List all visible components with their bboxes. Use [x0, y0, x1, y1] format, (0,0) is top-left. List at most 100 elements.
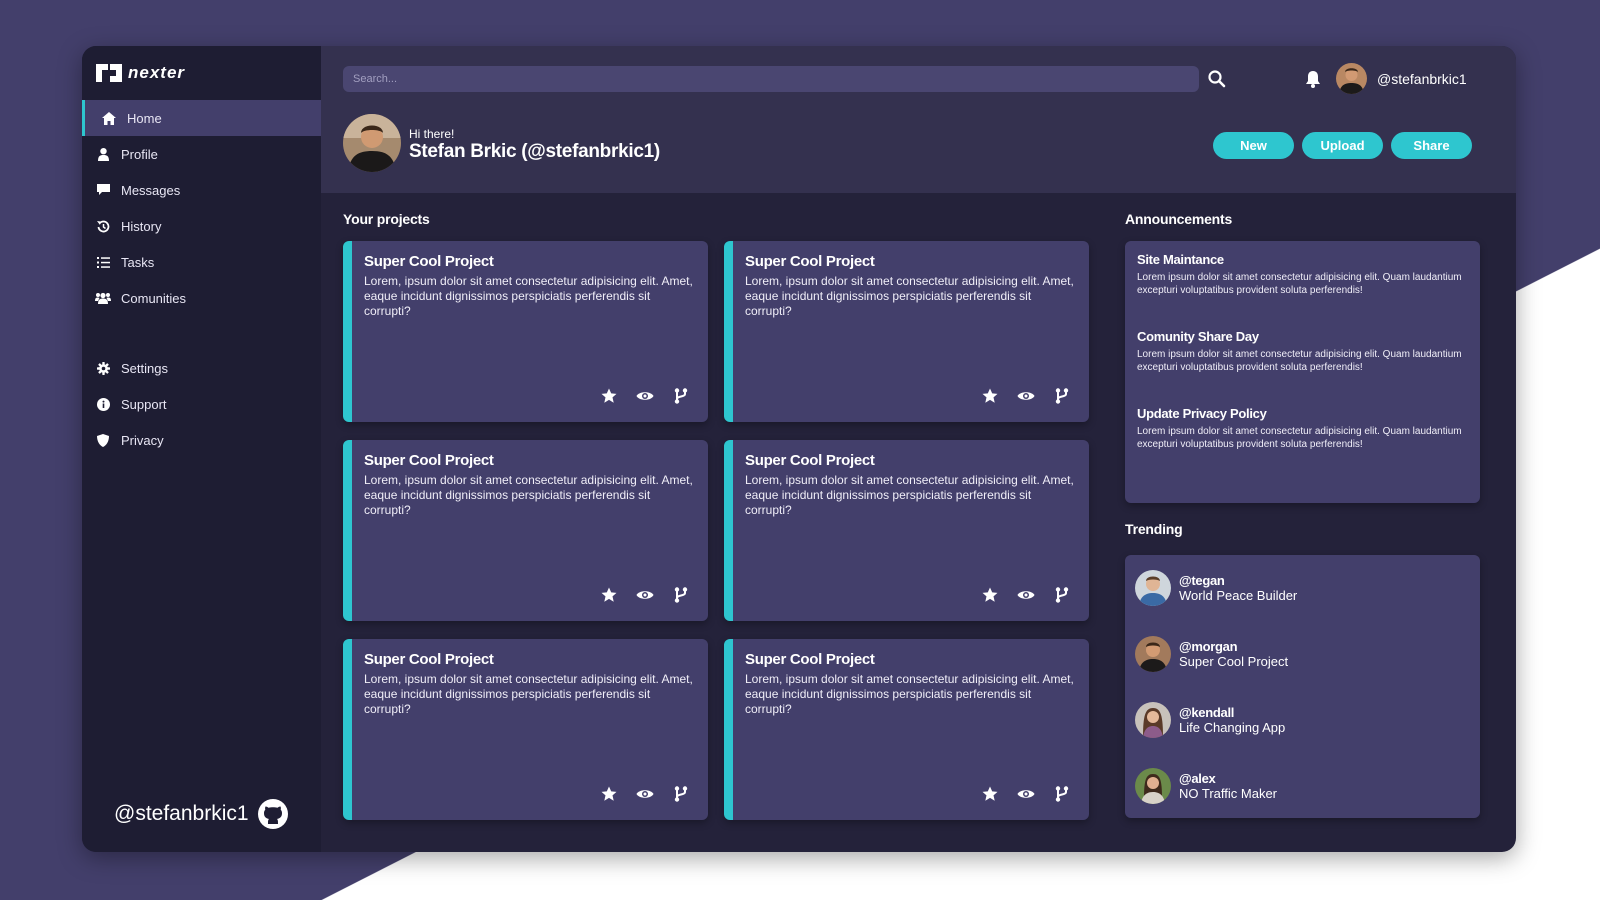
eye-icon[interactable]	[636, 785, 654, 803]
trending-item[interactable]: @kendall Life Changing App	[1125, 687, 1480, 753]
eye-icon[interactable]	[636, 586, 654, 604]
star-icon[interactable]	[600, 785, 618, 803]
sidebar-footer: @stefanbrkic1	[114, 798, 289, 830]
project-card[interactable]: Super Cool Project Lorem, ipsum dolor si…	[343, 639, 708, 820]
upload-button[interactable]: Upload	[1302, 132, 1383, 159]
users-icon	[94, 292, 112, 304]
sidebar-item-privacy[interactable]: Privacy	[82, 422, 321, 458]
fork-icon[interactable]	[1053, 387, 1071, 405]
sidebar-item-messages[interactable]: Messages	[82, 172, 321, 208]
trending-text: @tegan World Peace Builder	[1179, 573, 1297, 603]
fork-icon[interactable]	[672, 785, 690, 803]
user-avatar[interactable]	[1336, 63, 1367, 94]
star-icon[interactable]	[981, 586, 999, 604]
search-icon[interactable]	[1206, 68, 1228, 90]
content: Your projects Super Cool Project Lorem, …	[321, 193, 1516, 852]
trending-handle: @morgan	[1179, 639, 1238, 654]
greeting: Hi there!	[409, 127, 455, 141]
fork-icon[interactable]	[1053, 586, 1071, 604]
project-actions	[981, 387, 1071, 405]
sidebar-item-label: Settings	[121, 360, 168, 376]
sidebar-item-settings[interactable]: Settings	[82, 350, 321, 386]
sidebar-item-support[interactable]: Support	[82, 386, 321, 422]
trending-text: @morgan Super Cool Project	[1179, 639, 1288, 669]
project-description: Lorem, ipsum dolor sit amet consectetur …	[364, 672, 693, 716]
announcement-item[interactable]: Site Maintance Lorem ipsum dolor sit ame…	[1125, 241, 1480, 297]
project-title: Super Cool Project	[364, 651, 494, 668]
project-card[interactable]: Super Cool Project Lorem, ipsum dolor si…	[724, 241, 1089, 422]
sidebar-item-label: History	[121, 218, 162, 234]
sidebar-nav-secondary: Settings Support Privacy	[82, 350, 321, 458]
eye-icon[interactable]	[1017, 785, 1035, 803]
fork-icon[interactable]	[1053, 785, 1071, 803]
star-icon[interactable]	[981, 387, 999, 405]
project-card[interactable]: Super Cool Project Lorem, ipsum dolor si…	[724, 639, 1089, 820]
history-icon	[94, 220, 112, 233]
sidebar-item-label: Support	[121, 396, 167, 412]
message-icon	[94, 184, 112, 196]
username[interactable]: @stefanbrkic1	[1377, 71, 1467, 87]
eye-icon[interactable]	[1017, 586, 1035, 604]
star-icon[interactable]	[981, 785, 999, 803]
trending-title: Trending	[1125, 521, 1183, 537]
main-area: @stefanbrkic1 Hi there! Stefan Brkic (@s…	[321, 46, 1516, 852]
star-icon[interactable]	[600, 586, 618, 604]
gear-icon	[94, 361, 112, 375]
sidebar-item-label: Privacy	[121, 432, 164, 448]
footer-handle[interactable]: @stefanbrkic1	[114, 802, 249, 826]
project-card[interactable]: Super Cool Project Lorem, ipsum dolor si…	[724, 440, 1089, 621]
project-description: Lorem, ipsum dolor sit amet consectetur …	[745, 672, 1074, 716]
project-title: Super Cool Project	[364, 452, 494, 469]
trending-item[interactable]: @alex NO Traffic Maker	[1125, 753, 1480, 819]
sidebar-item-tasks[interactable]: Tasks	[82, 244, 321, 280]
announcements-title: Announcements	[1125, 211, 1233, 227]
logo-text: nexter	[128, 63, 186, 82]
sidebar-item-label: Home	[127, 110, 162, 126]
announcement-item[interactable]: Comunity Share Day Lorem ipsum dolor sit…	[1125, 297, 1480, 374]
trending-project: Life Changing App	[1179, 720, 1286, 735]
star-icon[interactable]	[600, 387, 618, 405]
user-icon	[94, 147, 112, 161]
project-description: Lorem, ipsum dolor sit amet consectetur …	[364, 274, 693, 318]
project-card[interactable]: Super Cool Project Lorem, ipsum dolor si…	[343, 241, 708, 422]
eye-icon[interactable]	[636, 387, 654, 405]
home-icon	[100, 111, 118, 125]
new-button[interactable]: New	[1213, 132, 1294, 159]
eye-icon[interactable]	[1017, 387, 1035, 405]
project-description: Lorem, ipsum dolor sit amet consectetur …	[745, 473, 1074, 517]
search-input[interactable]	[343, 66, 1199, 92]
project-title: Super Cool Project	[364, 253, 494, 270]
bell-icon[interactable]	[1303, 68, 1323, 90]
trending-item[interactable]: @tegan World Peace Builder	[1125, 555, 1480, 621]
github-icon[interactable]	[257, 798, 289, 830]
sidebar-nav: Home Profile Messages History Tasks Comu…	[82, 100, 321, 316]
project-card[interactable]: Super Cool Project Lorem, ipsum dolor si…	[343, 440, 708, 621]
share-button[interactable]: Share	[1391, 132, 1472, 159]
fork-icon[interactable]	[672, 387, 690, 405]
sidebar-item-profile[interactable]: Profile	[82, 136, 321, 172]
tasks-icon	[94, 256, 112, 268]
project-title: Super Cool Project	[745, 452, 875, 469]
sidebar-item-home[interactable]: Home	[82, 100, 321, 136]
trending-project: Super Cool Project	[1179, 654, 1289, 669]
logo[interactable]: nexter	[82, 46, 321, 100]
sidebar-item-comunities[interactable]: Comunities	[82, 280, 321, 316]
fork-icon[interactable]	[672, 586, 690, 604]
announcement-item[interactable]: Update Privacy Policy Lorem ipsum dolor …	[1125, 374, 1480, 451]
sidebar-item-label: Profile	[121, 146, 158, 162]
trending-item[interactable]: @morgan Super Cool Project	[1125, 621, 1480, 687]
announcement-title: Site Maintance	[1137, 252, 1224, 267]
project-description: Lorem, ipsum dolor sit amet consectetur …	[745, 274, 1074, 318]
sidebar-item-label: Comunities	[121, 290, 187, 306]
header: @stefanbrkic1 Hi there! Stefan Brkic (@s…	[321, 46, 1516, 193]
sidebar: nexter Home Profile Messages History Tas…	[82, 46, 321, 852]
project-actions	[600, 586, 690, 604]
logo-icon	[96, 64, 122, 82]
announcement-title: Update Privacy Policy	[1137, 406, 1267, 421]
sidebar-item-label: Tasks	[121, 254, 155, 270]
profile-avatar	[343, 114, 401, 172]
sidebar-item-history[interactable]: History	[82, 208, 321, 244]
shield-icon	[94, 433, 112, 447]
project-actions	[981, 586, 1071, 604]
